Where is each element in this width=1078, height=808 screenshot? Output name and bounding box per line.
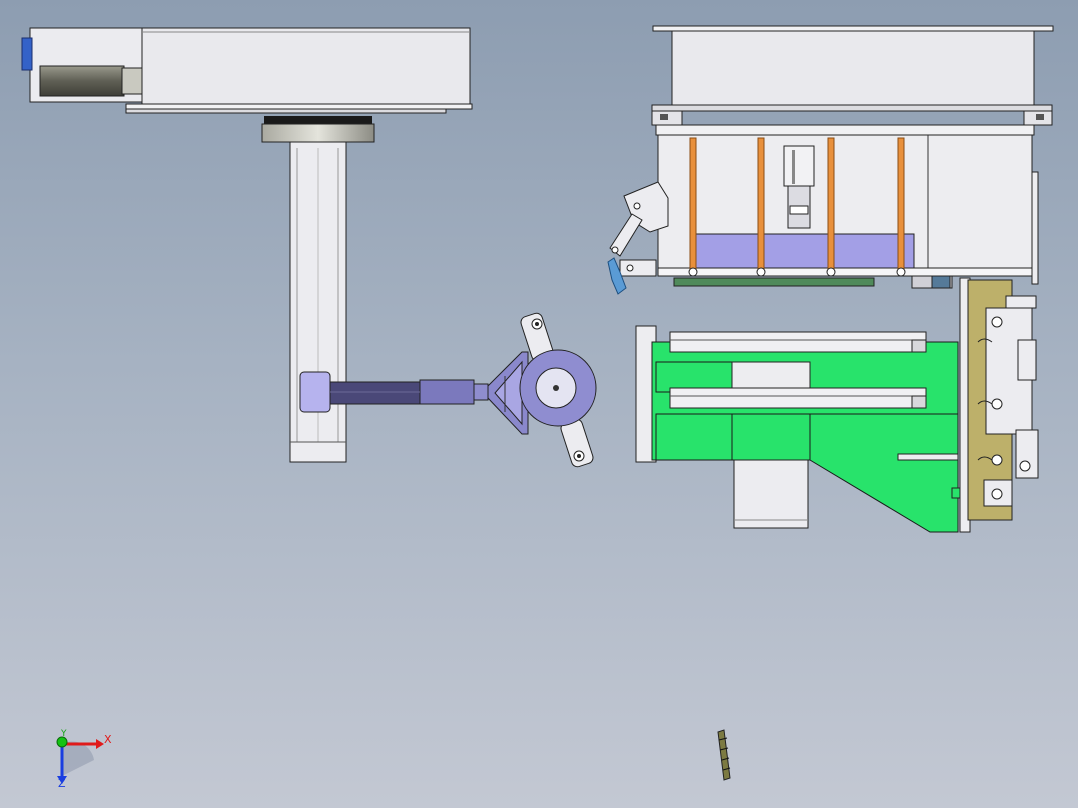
assembly-drawing [21, 25, 1054, 781]
small-spring-part [717, 729, 731, 781]
horizontal-arm [299, 371, 489, 413]
rotary-gripper [487, 312, 597, 468]
triad-shade [62, 741, 94, 776]
right-frame-body [657, 134, 1033, 289]
left-column-collar [261, 116, 375, 143]
x-axis-arrow [96, 739, 104, 749]
x-axis-label: X [104, 733, 112, 746]
left-vertical-column [289, 141, 347, 463]
cylinder-piston [783, 145, 815, 229]
left-motor-housing [21, 27, 473, 114]
right-top-enclosure [651, 25, 1054, 136]
green-slide-block [635, 325, 973, 533]
z-axis-label: Z [58, 777, 66, 790]
y-axis-label: Y [61, 729, 67, 739]
cad-viewport[interactable]: X Y Z [0, 0, 1078, 808]
